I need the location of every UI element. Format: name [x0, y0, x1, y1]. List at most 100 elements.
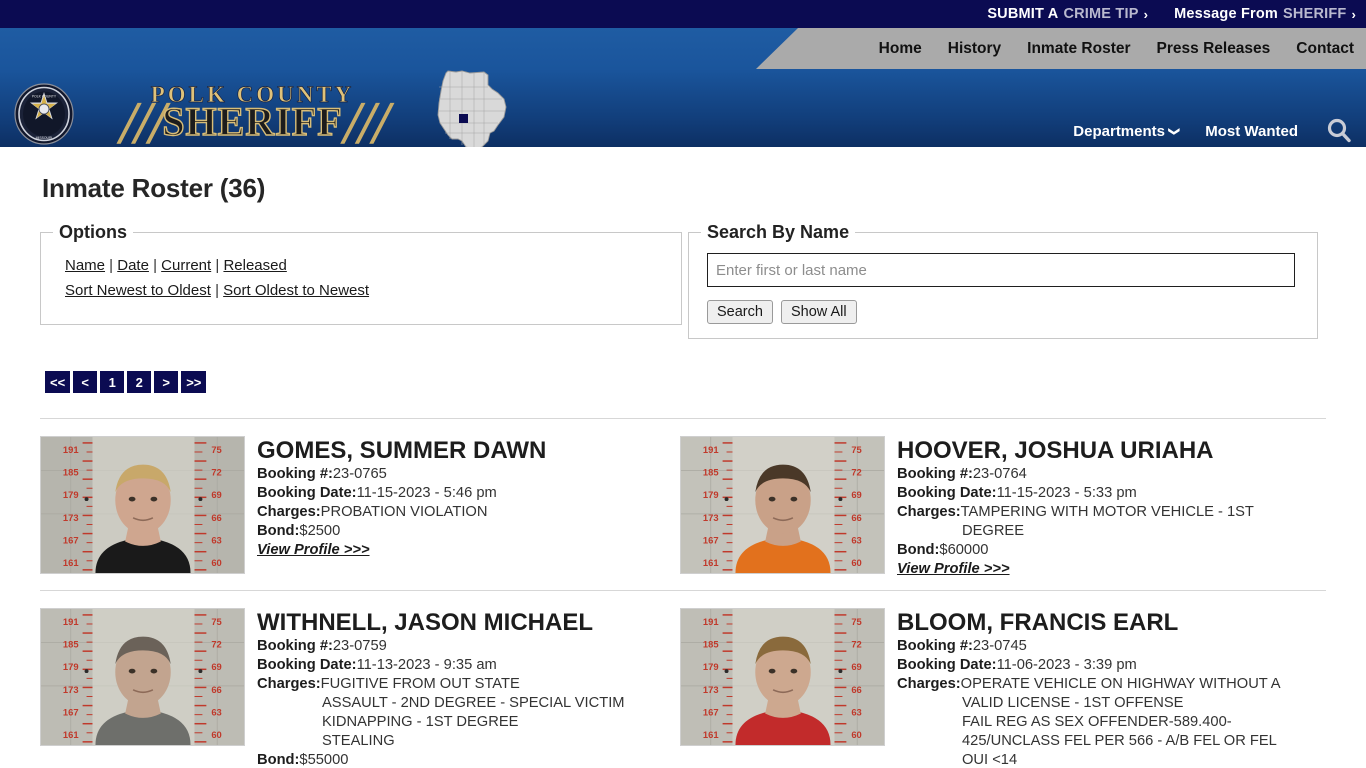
top-utility-bar: SUBMIT A CRIME TIP › Message From SHERIF…	[0, 0, 1366, 28]
pager-prev[interactable]: <	[73, 371, 98, 393]
submit-crime-tip-link[interactable]: SUBMIT A CRIME TIP ›	[987, 6, 1148, 22]
chevron-down-icon: ❯	[1168, 126, 1181, 136]
missouri-map: Missouri	[418, 69, 513, 147]
options-sort-row: Sort Newest to Oldest | Sort Oldest to N…	[65, 282, 370, 299]
nav-item-contact[interactable]: Contact	[1296, 40, 1354, 58]
view-profile-link[interactable]: View Profile >>>	[257, 542, 370, 558]
option-link-sort-oldest-newest[interactable]: Sort Oldest to Newest	[223, 282, 369, 299]
booking-number-label: Booking #:	[257, 638, 333, 654]
svg-text:185: 185	[703, 639, 719, 649]
inmate-name: GOMES, SUMMER DAWN	[257, 437, 547, 464]
search-icon[interactable]	[1324, 116, 1354, 146]
bond-label: Bond:	[257, 523, 300, 539]
svg-text:191: 191	[63, 617, 79, 627]
bond-value: $60000	[939, 542, 989, 558]
nav-item-inmate-roster[interactable]: Inmate Roster	[1027, 40, 1130, 58]
inmate-charge-extra: FAIL REG AS SEX OFFENDER-589.400-	[962, 714, 1232, 730]
pager-first[interactable]: <<	[45, 371, 71, 393]
inmate-charge-extra: ASSAULT - 2ND DEGREE - SPECIAL VICTIM	[322, 695, 625, 711]
svg-text:191: 191	[63, 445, 79, 455]
option-link-released[interactable]: Released	[223, 257, 286, 274]
inmate-charges: Charges:TAMPERING WITH MOTOR VEHICLE - 1…	[897, 503, 1320, 522]
pager-page-1[interactable]: 1	[100, 371, 125, 393]
charges-value: OPERATE VEHICLE ON HIGHWAY WITHOUT A	[960, 676, 1281, 692]
submit-crime-tip-muted: CRIME TIP	[1063, 6, 1139, 22]
chevron-right-icon: ›	[1351, 6, 1356, 22]
nav-item-press-releases[interactable]: Press Releases	[1157, 40, 1271, 58]
charges-value: PROBATION VIOLATION	[320, 504, 488, 520]
sheriff-badge-logo[interactable]: POLK COUNTY MISSOURI	[13, 83, 75, 145]
booking-number-value: 23-0764	[972, 466, 1027, 482]
booking-number-value: 23-0765	[332, 466, 387, 482]
nav-item-most-wanted[interactable]: Most Wanted	[1205, 123, 1298, 140]
option-link-sort-newest-oldest[interactable]: Sort Newest to Oldest	[65, 282, 211, 299]
inmate-charge-extra: VALID LICENSE - 1ST OFFENSE	[962, 695, 1184, 711]
inmate-mugshot: 191 185 179 173 167 161 75 72 69 66 63 60	[40, 608, 245, 746]
inmate-card: 191 185 179 173 167 161 75 72 69 66 63 60 GOMES, SU…	[40, 436, 680, 578]
search-input[interactable]	[707, 253, 1295, 287]
inmate-booking-number: Booking #:23-0745	[897, 637, 1320, 656]
booking-date-label: Booking Date:	[257, 485, 357, 501]
inmate-card: 191 185 179 173 167 161 75 72 69 66 63 60 BLOOM, FR…	[680, 608, 1320, 768]
inmate-info: BLOOM, FRANCIS EARL Booking #:23-0745 Bo…	[897, 608, 1320, 768]
inmate-name: BLOOM, FRANCIS EARL	[897, 609, 1179, 636]
svg-text:66: 66	[851, 513, 861, 523]
message-from-sheriff-muted: SHERIFF	[1283, 6, 1347, 22]
pager-page-2[interactable]: 2	[127, 371, 152, 393]
show-all-button[interactable]: Show All	[780, 300, 857, 324]
submit-crime-tip-strong: SUBMIT A	[987, 6, 1059, 22]
inmate-charge-extra: STEALING	[322, 733, 395, 749]
charges-label: Charges:	[897, 676, 961, 692]
svg-text:72: 72	[851, 639, 861, 649]
inmate-name: WITHNELL, JASON MICHAEL	[257, 609, 593, 636]
page-title: Inmate Roster (36)	[42, 173, 266, 203]
svg-text:173: 173	[63, 685, 79, 695]
svg-text:60: 60	[851, 730, 861, 740]
view-profile-link[interactable]: View Profile >>>	[897, 561, 1010, 577]
nav-item-history[interactable]: History	[948, 40, 1001, 58]
svg-text:173: 173	[703, 685, 719, 695]
booking-date-value: 11-15-2023 - 5:46 pm	[356, 485, 497, 501]
message-from-sheriff-link[interactable]: Message From SHERIFF ›	[1174, 6, 1356, 22]
charges-value: FUGITIVE FROM OUT STATE	[320, 676, 520, 692]
svg-text:191: 191	[703, 445, 719, 455]
svg-text:167: 167	[703, 535, 719, 545]
inmate-booking-date: Booking Date:11-15-2023 - 5:33 pm	[897, 484, 1320, 503]
option-link-name[interactable]: Name	[65, 257, 105, 274]
roster-row: 191 185 179 173 167 161 75 72 69 66 63 60 GOMES, SU…	[40, 418, 1326, 578]
svg-text:75: 75	[851, 617, 861, 627]
svg-text:60: 60	[211, 558, 221, 568]
pager-next[interactable]: >	[154, 371, 179, 393]
svg-text:179: 179	[703, 662, 719, 672]
svg-text:66: 66	[211, 685, 221, 695]
svg-text:60: 60	[211, 730, 221, 740]
wordmark-line-2: SHERIFF	[162, 99, 343, 144]
bond-label: Bond:	[257, 752, 300, 768]
nav-item-home[interactable]: Home	[879, 40, 922, 58]
option-link-current[interactable]: Current	[161, 257, 211, 274]
inmate-roster-list: 191 185 179 173 167 161 75 72 69 66 63 60 GOMES, SU…	[40, 418, 1326, 768]
svg-text:185: 185	[703, 467, 719, 477]
charges-label: Charges:	[897, 504, 961, 520]
nav-item-departments[interactable]: Departments ❯	[1073, 123, 1181, 140]
inmate-booking-date: Booking Date:11-06-2023 - 3:39 pm	[897, 656, 1320, 675]
inmate-charges: Charges:FUGITIVE FROM OUT STATE	[257, 675, 680, 694]
svg-text:72: 72	[211, 639, 221, 649]
search-button[interactable]: Search	[707, 300, 773, 324]
bond-label: Bond:	[897, 542, 940, 558]
sheriff-wordmark[interactable]: POLK COUNTY ╱╱╱SHERIFF╱╱╱	[85, 83, 420, 143]
svg-text:161: 161	[63, 730, 79, 740]
svg-text:66: 66	[851, 685, 861, 695]
bond-value: $55000	[299, 752, 349, 768]
svg-text:POLK COUNTY: POLK COUNTY	[32, 95, 57, 99]
svg-text:69: 69	[851, 662, 861, 672]
svg-text:167: 167	[63, 535, 79, 545]
site-header: Home History Inmate Roster Press Release…	[0, 28, 1366, 147]
option-link-date[interactable]: Date	[117, 257, 149, 274]
inmate-charge-extra: DEGREE	[962, 523, 1025, 539]
inmate-bond: Bond:$60000	[897, 541, 1320, 560]
svg-text:173: 173	[703, 513, 719, 523]
booking-date-label: Booking Date:	[897, 657, 997, 673]
pager-last[interactable]: >>	[181, 371, 207, 393]
svg-text:161: 161	[703, 730, 719, 740]
